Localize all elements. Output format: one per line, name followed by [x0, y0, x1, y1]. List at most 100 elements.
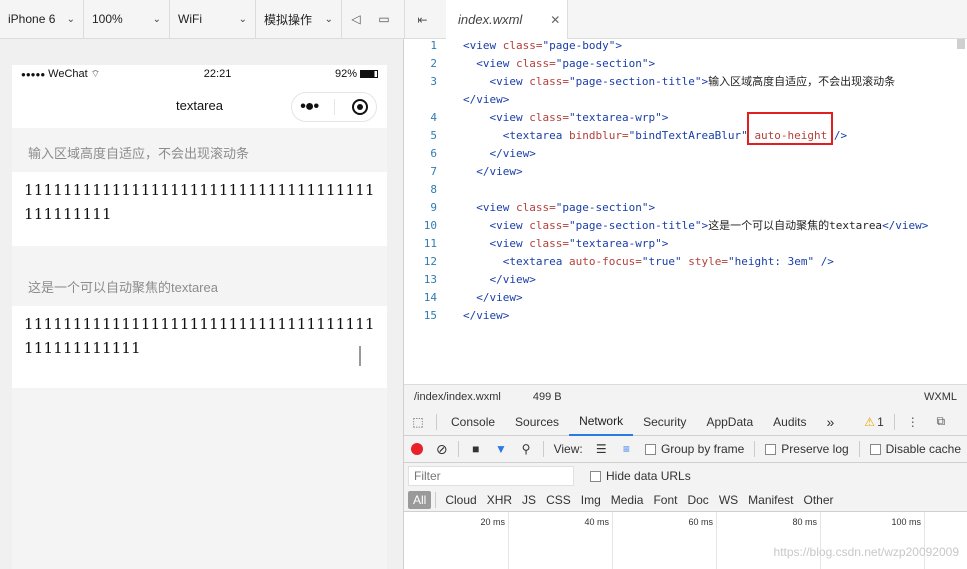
code-token: "bindTextAreaBlur" — [628, 128, 748, 142]
code-line[interactable]: 15 </view> — [404, 306, 967, 324]
tab-network[interactable]: Network — [569, 408, 634, 436]
window-icon[interactable]: ▭ — [370, 0, 398, 39]
disable-cache-checkbox[interactable]: Disable cache — [864, 442, 967, 456]
code-line[interactable]: 3 <view class="page-section-title">输入区域高… — [404, 72, 967, 90]
code-text: </view> — [437, 147, 536, 160]
network-select[interactable]: WiFi ⌄ — [170, 0, 256, 39]
close-icon[interactable]: ✕ — [550, 13, 560, 27]
tab-appdata[interactable]: AppData — [696, 408, 763, 436]
clear-icon[interactable]: ⊘ — [429, 436, 454, 463]
type-filter-other[interactable]: Other — [799, 491, 839, 509]
auto-height-textarea[interactable]: 1111111111111111111111111111111111111111… — [24, 178, 375, 240]
code-token: class= — [516, 56, 556, 70]
code-token: <view — [489, 219, 530, 232]
type-filter-ws[interactable]: WS — [714, 491, 743, 509]
capsule-divider — [334, 99, 336, 115]
sidebar-toggle-icon[interactable]: ⇤ — [404, 0, 440, 39]
waterfall-view-icon[interactable]: ≡ — [614, 436, 639, 463]
type-filter-img[interactable]: Img — [576, 491, 606, 509]
code-token: > — [648, 200, 656, 214]
preserve-log-checkbox[interactable]: Preserve log — [759, 442, 854, 456]
type-filter-media[interactable]: Media — [606, 491, 649, 509]
type-filter-xhr[interactable]: XHR — [482, 491, 517, 509]
timeline-tick: 100 ms — [891, 512, 925, 569]
inspect-element-icon[interactable]: ⬚ — [404, 408, 432, 436]
undock-icon[interactable]: ⧉ — [927, 408, 955, 436]
kebab-menu-icon[interactable]: ⋮ — [899, 408, 927, 436]
type-filter-doc[interactable]: Doc — [682, 491, 713, 509]
type-filter-all[interactable]: All — [408, 491, 432, 509]
hide-data-urls-checkbox[interactable]: Hide data URLs — [584, 469, 697, 483]
code-line[interactable]: 2 <view class="page-section"> — [404, 54, 967, 72]
filter-icon[interactable]: ▼ — [488, 436, 513, 463]
chevron-down-icon: ⌄ — [324, 13, 333, 25]
record-icon — [410, 443, 423, 455]
tab-security[interactable]: Security — [633, 408, 696, 436]
code-token: class= — [502, 39, 543, 52]
code-line[interactable]: 9 <view class="page-section"> — [404, 198, 967, 216]
code-line[interactable]: 8 — [404, 180, 967, 198]
speaker-icon[interactable]: ◁ — [342, 0, 370, 39]
record-button[interactable] — [404, 436, 429, 463]
code-editor[interactable]: 1 <view class="page-body"> 2 <view class="… — [404, 39, 967, 384]
type-filter-font[interactable]: Font — [648, 491, 682, 509]
operation-select[interactable]: 模拟操作 ⌄ — [256, 0, 342, 39]
type-filter-js[interactable]: JS — [517, 491, 541, 509]
code-token: <view — [476, 200, 516, 214]
auto-focus-textarea[interactable]: 1111111111111111111111111111111111111111… — [24, 312, 375, 382]
group-by-frame-checkbox[interactable]: Group by frame — [639, 442, 750, 456]
more-dots-icon[interactable]: •●• — [300, 98, 319, 116]
code-token: "page-section-title" — [569, 75, 702, 88]
code-text: </view> — [437, 309, 509, 322]
simulator-pane: ●●●●● WeChat ⌔ 22:21 92% textarea •●• 输入… — [0, 39, 404, 569]
timeline-tick: 20 ms — [480, 512, 509, 569]
code-token: class= — [529, 110, 569, 124]
type-filter-css[interactable]: CSS — [541, 491, 576, 509]
code-token: "page-section" — [555, 56, 649, 70]
zoom-select[interactable]: 100% ⌄ — [84, 0, 170, 39]
code-text: <view class="page-section"> — [437, 201, 655, 214]
more-tabs-button[interactable]: » — [817, 408, 845, 436]
code-line[interactable]: </view> — [404, 90, 967, 108]
code-token: <view — [476, 56, 516, 70]
code-line[interactable]: 10 <view class="page-section-title">这是一个… — [404, 216, 967, 234]
code-line[interactable]: 4 <view class="textarea-wrp"> — [404, 108, 967, 126]
editor-scrollbar[interactable] — [957, 39, 965, 49]
divider — [458, 441, 460, 457]
code-token: bindblur= — [568, 128, 629, 142]
code-token: "page-body" — [542, 39, 616, 52]
tab-sources[interactable]: Sources — [505, 408, 569, 436]
code-line[interactable]: 12 <textarea auto-focus="true" style="he… — [404, 252, 967, 270]
list-view-icon[interactable]: ☰ — [589, 436, 614, 463]
code-token: </view> — [489, 272, 536, 286]
editor-tab-index-wxml[interactable]: index.wxml ✕ — [446, 0, 568, 39]
code-line[interactable]: 14 </view> — [404, 288, 967, 306]
type-filter-cloud[interactable]: Cloud — [440, 491, 481, 509]
warnings-badge[interactable]: ⚠ 1 — [858, 415, 889, 429]
tab-audits[interactable]: Audits — [763, 408, 816, 436]
code-line[interactable]: 13 </view> — [404, 270, 967, 288]
search-icon[interactable]: ⚲ — [513, 436, 538, 463]
code-token: "page-section" — [555, 200, 649, 214]
type-filter-manifest[interactable]: Manifest — [743, 491, 798, 509]
tab-console[interactable]: Console — [441, 408, 505, 436]
checkbox-icon — [869, 443, 881, 455]
code-token: > — [661, 110, 669, 124]
code-line[interactable]: 7 </view> — [404, 162, 967, 180]
code-token: <textarea — [502, 254, 569, 268]
code-line[interactable]: 6 </view> — [404, 144, 967, 162]
code-token: class= — [529, 75, 569, 88]
code-line[interactable]: 1 <view class="page-body"> — [404, 39, 967, 54]
code-line[interactable]: 11 <view class="textarea-wrp"> — [404, 234, 967, 252]
warnings-count: 1 — [877, 414, 884, 429]
filter-input[interactable]: Filter — [408, 466, 574, 486]
camera-icon[interactable]: ■ — [463, 436, 488, 463]
code-text: <view class="page-section-title">这是一个可以自… — [437, 217, 929, 233]
device-select[interactable]: iPhone 6 ⌄ — [0, 0, 84, 39]
signal-icon: ●●●●● — [21, 69, 46, 79]
carrier-label: WeChat — [48, 68, 88, 80]
textarea-scrollbar[interactable] — [359, 346, 361, 366]
close-target-icon[interactable] — [351, 99, 368, 115]
code-line[interactable]: 5 <textarea bindblur="bindTextAreaBlur" … — [404, 126, 967, 144]
